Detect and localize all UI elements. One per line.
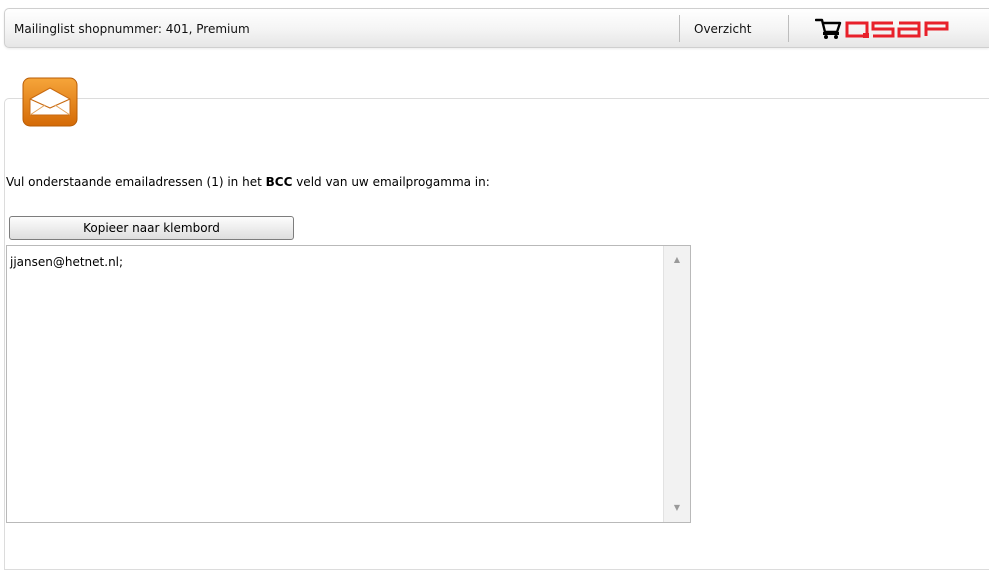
header-divider [788, 15, 789, 42]
copy-to-clipboard-button[interactable]: Kopieer naar klembord [9, 216, 294, 240]
email-list-textarea[interactable]: jjansen@hetnet.nl; ▲ ▼ [6, 245, 691, 523]
instruction-text-part: Vul onderstaande emailadressen (1) in he… [6, 175, 266, 189]
instruction-bcc-label: BCC [265, 175, 293, 189]
page-title: Mailinglist shopnummer: 401, Premium [14, 22, 250, 36]
email-list-text: jjansen@hetnet.nl; [10, 255, 124, 269]
header-divider [679, 15, 680, 42]
qsap-logo[interactable] [814, 18, 975, 43]
scroll-down-arrow-icon[interactable]: ▼ [664, 498, 690, 518]
cart-icon [814, 18, 842, 39]
overview-link[interactable]: Overzicht [694, 22, 751, 36]
header-bar: Mailinglist shopnummer: 401, Premium Ove… [4, 8, 989, 48]
scroll-up-arrow-icon[interactable]: ▲ [664, 250, 690, 270]
instruction-text-part: veld van uw emailprogamma in: [292, 175, 490, 189]
instruction-text: Vul onderstaande emailadressen (1) in he… [6, 175, 490, 189]
textarea-scrollbar[interactable]: ▲ ▼ [663, 246, 690, 522]
mail-envelope-icon [22, 77, 78, 127]
